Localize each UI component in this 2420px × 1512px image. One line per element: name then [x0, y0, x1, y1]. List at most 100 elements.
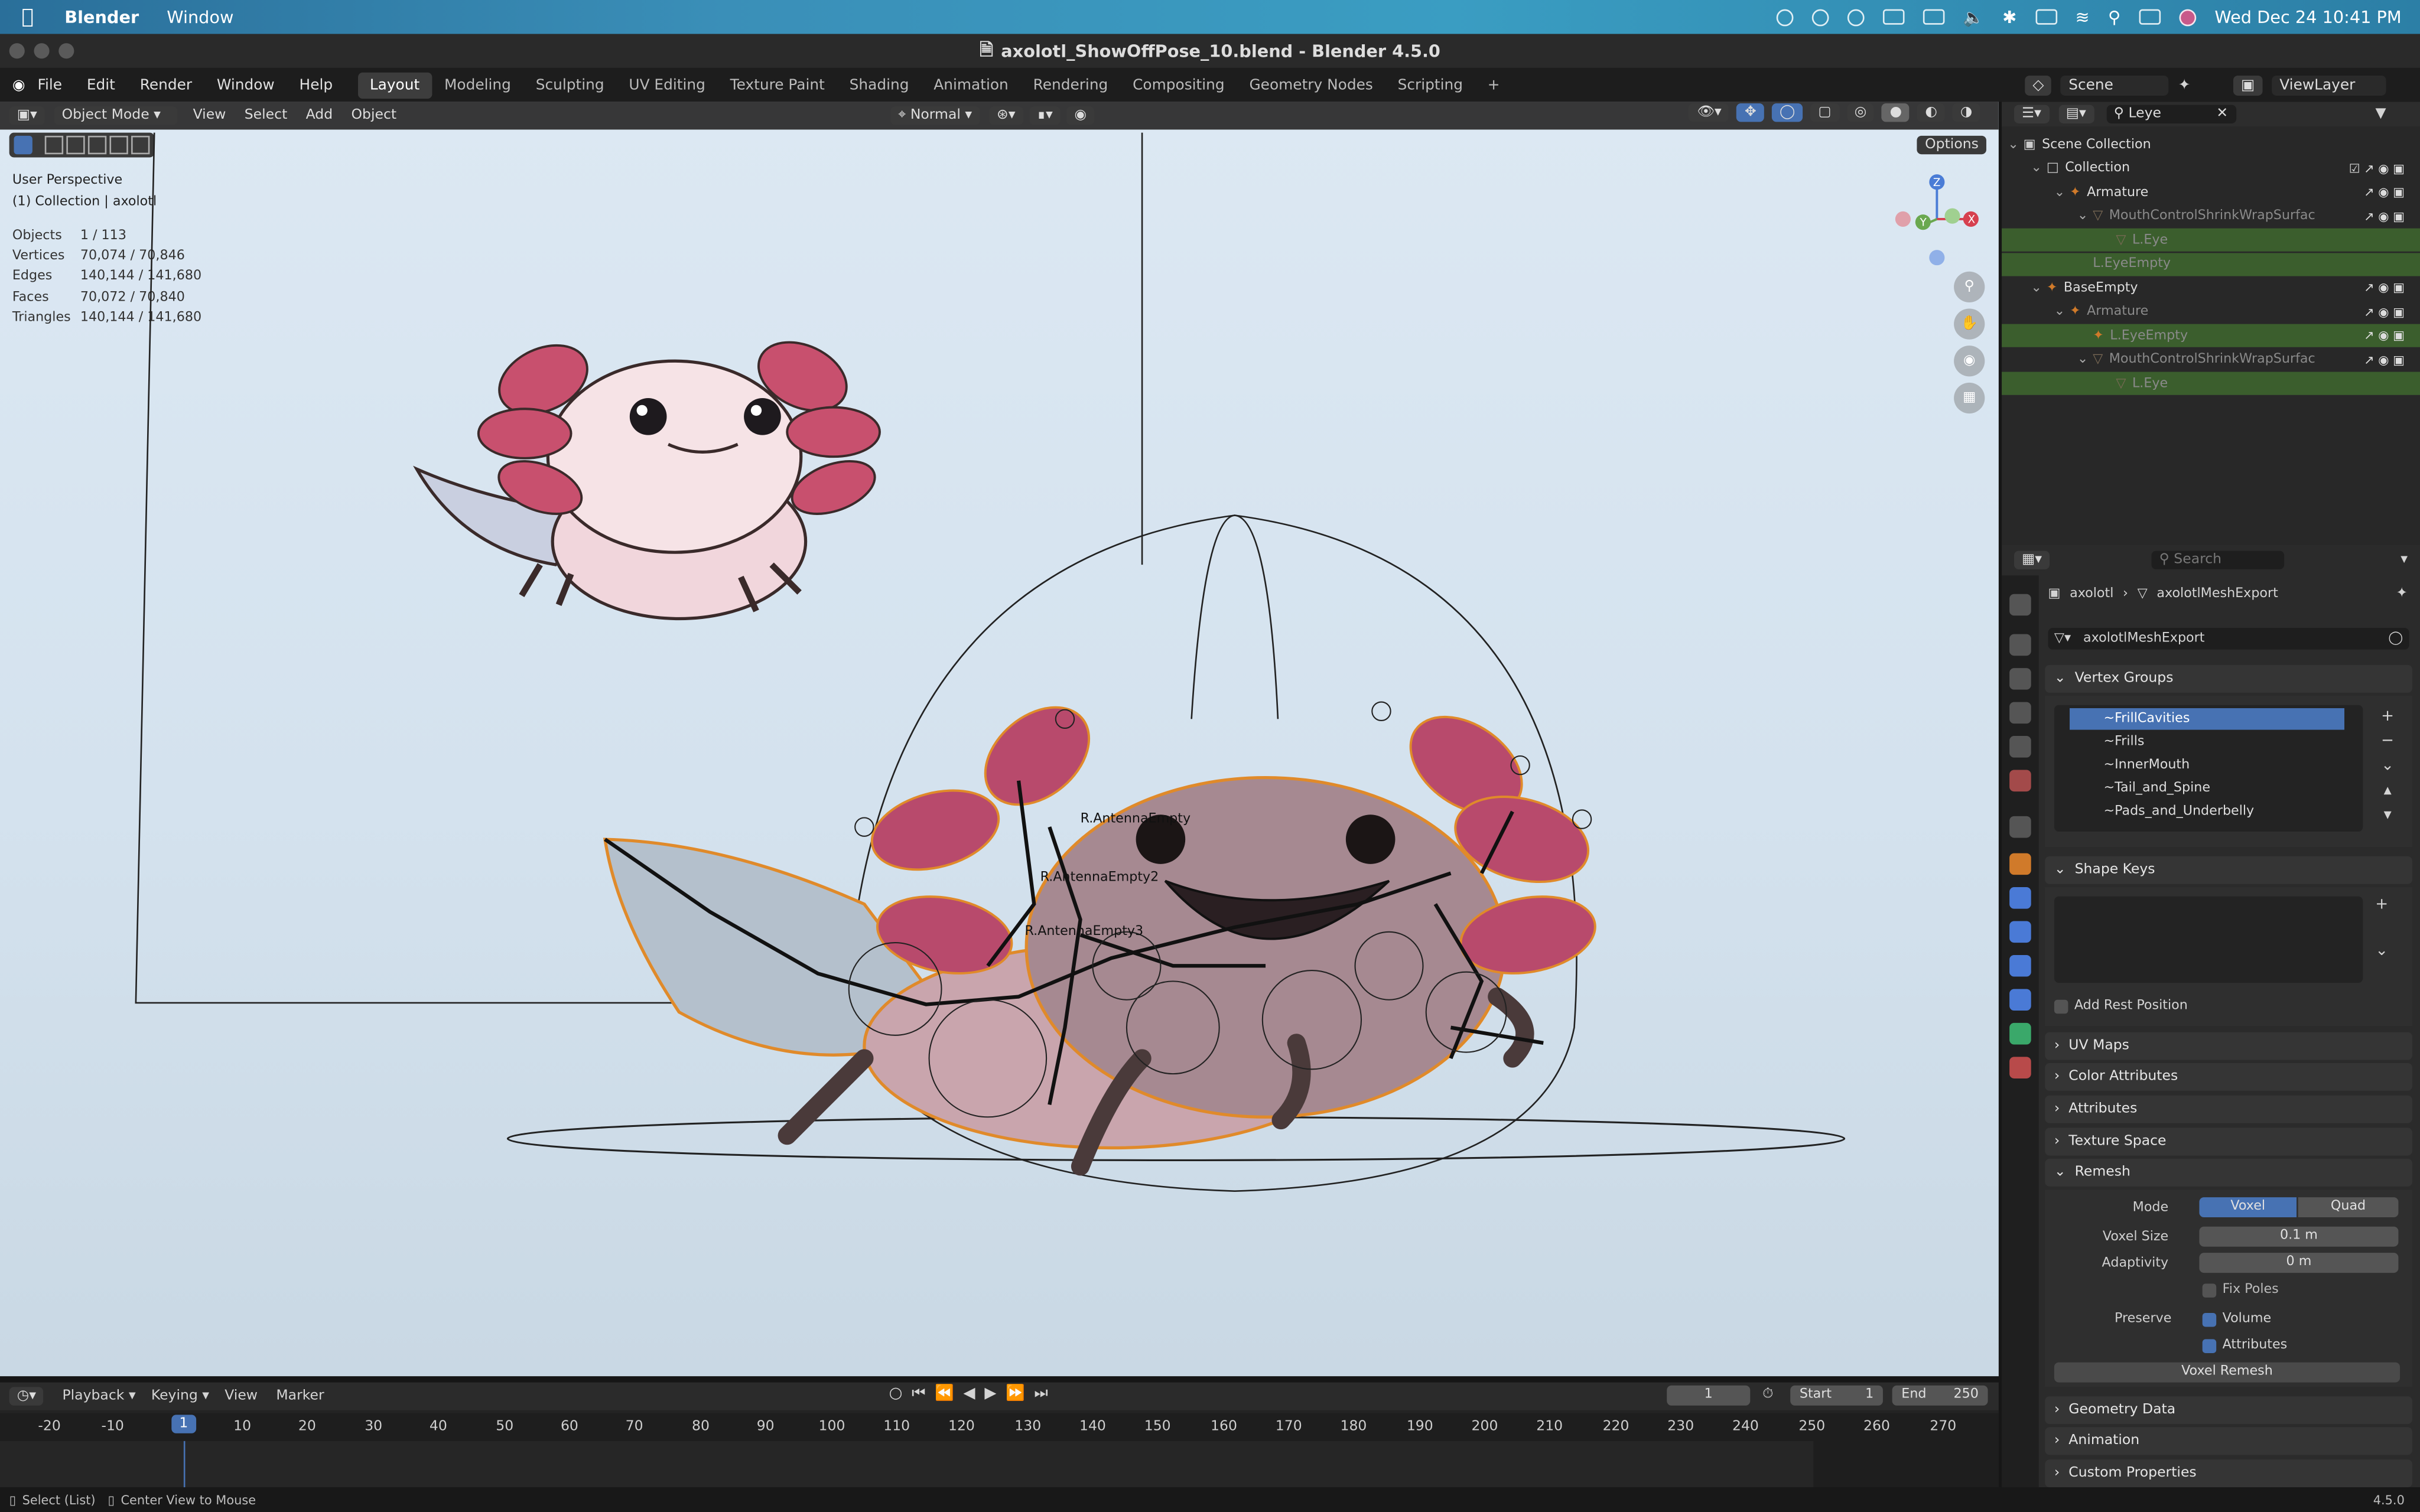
expand-toggle-icon[interactable]: ⌄ [2002, 304, 2070, 320]
tab-animation[interactable]: Animation [921, 71, 1020, 97]
menu-file[interactable]: File [25, 76, 74, 93]
preserve-attributes-check[interactable] [2202, 1338, 2217, 1353]
properties-options-icon[interactable]: ▾ [2401, 552, 2408, 568]
outliner-row[interactable]: ▽ L.Eye [2002, 372, 2420, 395]
volume-icon[interactable]: 🔈 [1963, 7, 1984, 27]
outliner-editor-icon[interactable]: ☰▾ [2014, 105, 2049, 123]
color-attributes-panel-header[interactable]: › Color Attributes [2045, 1063, 2412, 1091]
fix-poles-check[interactable] [2202, 1283, 2217, 1297]
visibility-toggles[interactable]: ↗ ◉ ▣ [2364, 281, 2405, 295]
prev-keyframe-icon[interactable]: ⏪ [935, 1386, 954, 1403]
properties-editor-icon[interactable]: ▦▾ [2014, 550, 2050, 569]
zoom-icon[interactable]: ⚲ [1954, 271, 1985, 302]
play-icon[interactable]: ▶ [984, 1386, 996, 1403]
attributes-panel-header[interactable]: › Attributes [2045, 1095, 2412, 1123]
outliner-row[interactable]: ⌄ ✦ Armature ↗ ◉ ▣ [2002, 181, 2420, 204]
vertex-group-specials-icon[interactable]: ⌄ [2375, 754, 2400, 779]
menu-view[interactable]: View [225, 1389, 258, 1404]
timeline[interactable]: ◷▾ Playback ▾ Keying ▾ View Marker ○ ⏮ ⏪… [0, 1382, 1999, 1488]
search-icon[interactable]: ⚲ [2108, 7, 2120, 27]
clear-search-icon[interactable]: ✕ [2216, 106, 2228, 122]
expand-toggle-icon[interactable]: ⌄ [2002, 184, 2070, 200]
uv-maps-panel-header[interactable]: › UV Maps [2045, 1032, 2412, 1060]
world-tab-icon[interactable] [2009, 770, 2031, 792]
3d-viewport[interactable]: ▣▾ Object Mode ▾ View Select Add Object … [0, 102, 1999, 1377]
stopwatch-icon[interactable]: ⏱ [1762, 1387, 1773, 1402]
app-name-menu[interactable]: Blender [64, 7, 139, 27]
pin-icon[interactable]: ✦ [2178, 76, 2191, 93]
bluetooth-icon[interactable]: ✱ [2002, 7, 2016, 27]
siri-icon[interactable] [2179, 8, 2197, 26]
geometry-data-panel-header[interactable]: › Geometry Data [2045, 1396, 2412, 1425]
tool-tab-icon[interactable] [2009, 594, 2031, 616]
menu-playback[interactable]: Playback ▾ [62, 1389, 135, 1404]
outliner-row[interactable]: L.EyeEmpty [2002, 252, 2420, 276]
voxel-remesh-button[interactable]: Voxel Remesh [2054, 1362, 2401, 1383]
display-icon[interactable] [1923, 9, 1944, 25]
move-up-icon[interactable]: ▴ [2375, 779, 2400, 804]
viewlayer-icon[interactable]: ▣ [2233, 74, 2263, 95]
jump-end-icon[interactable]: ⏭ [1034, 1386, 1048, 1403]
add-rest-position-check[interactable] [2054, 999, 2068, 1013]
visibility-toggles[interactable]: ↗ ◉ ▣ [2364, 185, 2405, 199]
tab-texture-paint[interactable]: Texture Paint [718, 71, 837, 97]
expand-toggle-icon[interactable]: ⌄ [2002, 280, 2047, 295]
breadcrumb-object[interactable]: axolotl [2070, 586, 2113, 602]
status-app-icon[interactable] [1775, 8, 1793, 26]
object-tab-icon[interactable] [2009, 853, 2031, 875]
outliner-row[interactable]: ⌄ ▣ Scene Collection [2002, 133, 2420, 156]
mode-voxel-button[interactable]: Voxel [2199, 1197, 2297, 1218]
expand-toggle-icon[interactable]: ⌄ [2002, 161, 2047, 176]
menu-edit[interactable]: Edit [74, 76, 128, 93]
play-icon[interactable] [1847, 8, 1864, 26]
window-icon[interactable] [1882, 9, 1904, 25]
close-window-button[interactable] [9, 43, 25, 59]
window-menu[interactable]: Window [167, 7, 233, 27]
outliner-row[interactable]: ⌄ ✦ BaseEmpty ↗ ◉ ▣ [2002, 276, 2420, 299]
vertex-group-item[interactable]: ~Tail_and_Spine [2070, 778, 2344, 800]
end-frame-field[interactable]: End 250 [1892, 1385, 1988, 1406]
shape-key-specials-icon[interactable]: ⌄ [2375, 943, 2388, 960]
properties-search-field[interactable]: ⚲ Search [2151, 550, 2285, 569]
fix-poles-checkbox[interactable]: Fix Poles [2202, 1282, 2279, 1298]
current-frame-field[interactable]: 1 [1667, 1385, 1751, 1406]
control-center-icon[interactable] [2139, 9, 2161, 25]
tab-geometry-nodes[interactable]: Geometry Nodes [1237, 71, 1385, 97]
preserve-volume-checkbox[interactable]: Volume [2202, 1311, 2271, 1327]
remove-vertex-group-button[interactable]: − [2375, 730, 2400, 755]
pan-hand-icon[interactable]: ✋ [1954, 308, 1985, 340]
outliner-row[interactable]: ▽ L.Eye [2002, 228, 2420, 252]
apple-menu-icon[interactable]:  [22, 5, 34, 28]
battery-icon[interactable] [2035, 9, 2057, 25]
tab-rendering[interactable]: Rendering [1021, 71, 1121, 97]
outliner-row[interactable]: ⌄ ▽ MouthControlShrinkWrapSurfac ↗ ◉ ▣ [2002, 348, 2420, 371]
expand-toggle-icon[interactable]: ⌄ [2002, 136, 2024, 152]
auto-key-icon[interactable]: ○ [889, 1386, 903, 1403]
tab-layout[interactable]: Layout [357, 71, 432, 98]
wifi-icon[interactable]: ≋ [2076, 7, 2090, 27]
custom-properties-panel-header[interactable]: › Custom Properties [2045, 1459, 2412, 1488]
preserve-volume-check[interactable] [2202, 1312, 2217, 1327]
render-tab-icon[interactable] [2009, 634, 2031, 656]
preserve-attributes-checkbox[interactable]: Attributes [2202, 1338, 2287, 1353]
add-rest-position-checkbox[interactable]: Add Rest Position [2054, 998, 2188, 1014]
outliner-search-field[interactable]: ⚲ Leye ✕ [2106, 105, 2236, 123]
next-keyframe-icon[interactable]: ⏩ [1006, 1386, 1025, 1403]
texture-space-panel-header[interactable]: › Texture Space [2045, 1128, 2412, 1156]
perspective-grid-icon[interactable]: ▦ [1954, 382, 1985, 414]
viewlayer-name-field[interactable]: ViewLayer [2272, 74, 2386, 95]
tab-uv-editing[interactable]: UV Editing [617, 71, 718, 97]
menu-marker[interactable]: Marker [276, 1389, 324, 1404]
tab-compositing[interactable]: Compositing [1120, 71, 1237, 97]
scene-name-field[interactable]: Scene [2061, 74, 2169, 95]
vertex-group-item[interactable]: ~Frills [2070, 731, 2344, 753]
tab-sculpting[interactable]: Sculpting [523, 71, 617, 97]
clock[interactable]: Wed Dec 24 10:41 PM [2214, 7, 2401, 27]
scene-selector[interactable]: ◇ Scene ✦ [2025, 73, 2191, 97]
add-vertex-group-button[interactable]: + [2375, 705, 2400, 730]
visibility-toggles[interactable]: ↗ ◉ ▣ [2364, 209, 2405, 223]
shape-keys-list[interactable] [2054, 896, 2363, 983]
tab-scripting[interactable]: Scripting [1385, 71, 1475, 97]
tab-shading[interactable]: Shading [837, 71, 922, 97]
menu-window[interactable]: Window [204, 76, 287, 93]
